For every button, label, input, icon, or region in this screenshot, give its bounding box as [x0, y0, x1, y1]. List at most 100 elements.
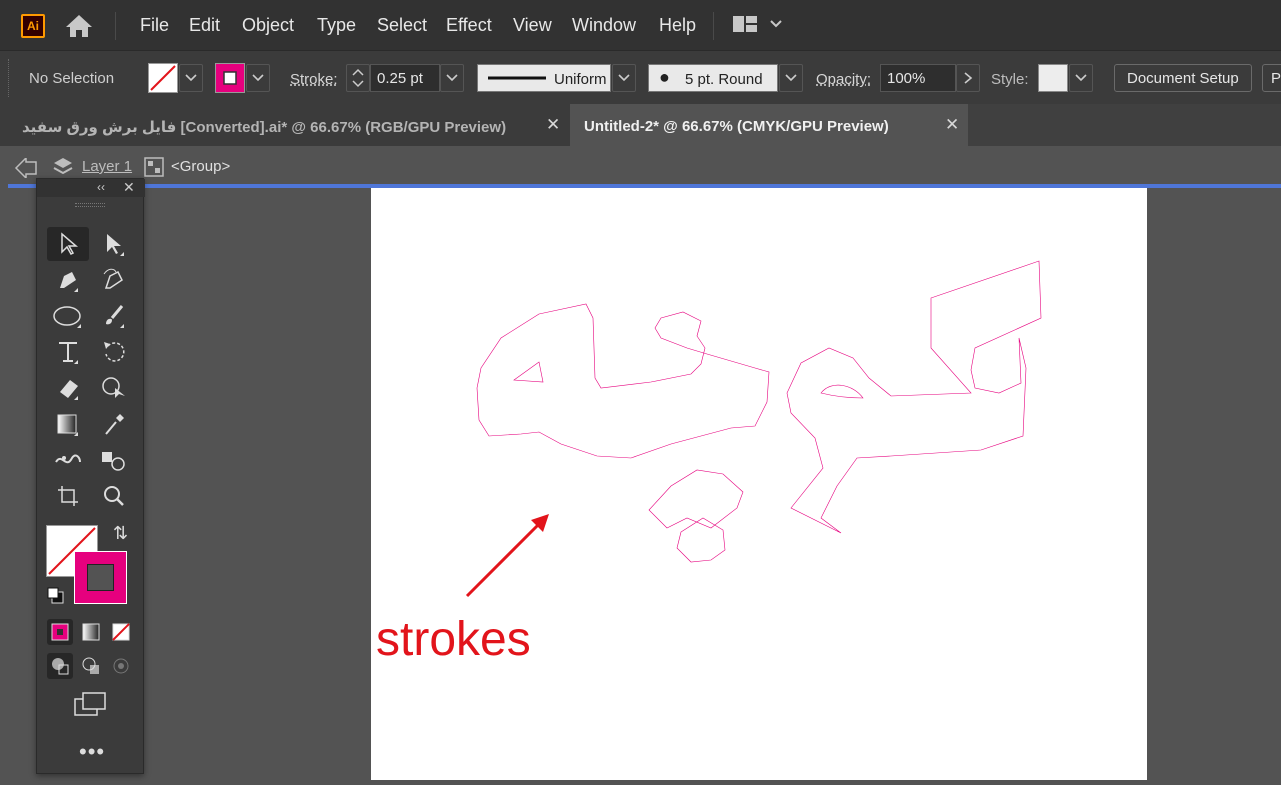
stroke-dropdown[interactable]	[246, 64, 270, 92]
close-icon[interactable]: ✕	[546, 115, 560, 135]
opacity-label[interactable]: Opacity:	[816, 71, 871, 88]
chevron-right-icon	[964, 72, 973, 84]
fill-swatch[interactable]	[148, 63, 178, 93]
zoom-tool[interactable]	[93, 479, 135, 513]
preferences-button[interactable]: P	[1262, 64, 1281, 92]
tab-converted-file[interactable]: فایل برش ورق سفید [Converted].ai* @ 66.6…	[0, 104, 570, 146]
puppet-warp-tool[interactable]	[47, 443, 89, 477]
puppet-warp-icon	[55, 454, 81, 464]
menu-file[interactable]: File	[140, 15, 169, 36]
menu-window[interactable]: Window	[572, 15, 636, 36]
panel-header[interactable]: ‹‹ ✕	[37, 179, 145, 197]
chevron-down-icon	[185, 74, 197, 82]
direct-selection-tool[interactable]	[93, 227, 135, 261]
artboard[interactable]	[371, 188, 1147, 780]
profile-label: Uniform	[554, 71, 607, 88]
eraser-icon	[60, 380, 78, 400]
fill-dropdown[interactable]	[179, 64, 203, 92]
gradient-tool[interactable]	[47, 407, 89, 441]
artwork-canvas	[465, 260, 1042, 598]
profile-dropdown[interactable]	[612, 64, 636, 92]
color-mode-button[interactable]	[47, 619, 73, 645]
stroke-weight-dropdown[interactable]	[440, 64, 464, 92]
selection-tool[interactable]	[47, 227, 89, 261]
close-icon[interactable]: ✕	[945, 115, 959, 135]
style-dropdown[interactable]	[1069, 64, 1093, 92]
menu-edit[interactable]: Edit	[189, 15, 220, 36]
ellipse-icon	[53, 306, 81, 328]
artboard-tool[interactable]	[47, 479, 89, 513]
stroke-swatch[interactable]	[215, 63, 245, 93]
eyedropper-icon	[105, 414, 124, 435]
change-screen-mode-icon[interactable]	[73, 691, 109, 719]
stroke-label[interactable]: Stroke:	[290, 71, 338, 88]
chevron-down-icon	[618, 74, 630, 82]
swap-fill-stroke-icon[interactable]: ⇅	[113, 523, 128, 544]
style-label: Style:	[991, 71, 1029, 88]
brush-definition[interactable]: ● 5 pt. Round	[648, 64, 778, 92]
none-fill-icon	[150, 65, 176, 91]
draw-inside-button[interactable]	[108, 653, 134, 679]
selection-arrow-icon	[61, 232, 79, 255]
opacity-flyout[interactable]	[956, 64, 980, 92]
pen-icon	[60, 272, 78, 292]
tab-label: فایل برش ورق سفید [Converted].ai* @ 66.6…	[22, 119, 507, 136]
tab-label: Untitled-2* @ 66.67% (CMYK/GPU Preview)	[584, 118, 889, 135]
back-arrow-icon[interactable]	[14, 158, 38, 178]
ellipse-tool[interactable]	[47, 299, 89, 333]
eraser-tool[interactable]	[47, 371, 89, 405]
panel-grip[interactable]	[75, 203, 105, 207]
divider	[115, 12, 116, 40]
default-colors-icon[interactable]	[47, 587, 65, 605]
symbol-sprayer-tool[interactable]	[93, 443, 135, 477]
none-mode-button[interactable]	[108, 619, 134, 645]
group-icon	[144, 157, 164, 177]
variable-width-profile[interactable]: Uniform	[477, 64, 611, 92]
stroke-color-box[interactable]	[74, 551, 127, 604]
tab-untitled-2[interactable]: Untitled-2* @ 66.67% (CMYK/GPU Preview)	[570, 104, 968, 146]
close-icon[interactable]: ✕	[123, 179, 135, 196]
menu-view[interactable]: View	[513, 15, 552, 36]
app-logo: Ai	[21, 14, 45, 38]
gradient-mode-button[interactable]	[78, 619, 104, 645]
workspace-switcher-icon[interactable]	[733, 14, 785, 36]
eyedropper-tool[interactable]	[93, 407, 135, 441]
color-icon	[51, 623, 69, 641]
pen-tool[interactable]	[47, 263, 89, 297]
rotate-icon	[104, 342, 125, 362]
menu-effect[interactable]: Effect	[446, 15, 492, 36]
menu-type[interactable]: Type	[317, 15, 356, 36]
rotate-tool[interactable]	[93, 335, 135, 369]
opacity-field[interactable]: 100%	[880, 64, 956, 92]
curvature-tool[interactable]	[93, 263, 135, 297]
draw-behind-icon	[82, 657, 99, 674]
panel-grip[interactable]	[8, 59, 11, 97]
home-icon[interactable]	[64, 13, 94, 39]
type-tool[interactable]	[47, 335, 89, 369]
edit-toolbar-icon[interactable]: •••	[79, 739, 105, 765]
breadcrumb-group[interactable]: <Group>	[171, 158, 230, 175]
brush-dropdown[interactable]	[779, 64, 803, 92]
menu-bar: Ai File Edit Object Type Select Effect V…	[0, 0, 1281, 50]
draw-normal-button[interactable]	[47, 653, 73, 679]
graphic-style-swatch[interactable]	[1038, 64, 1068, 92]
document-tabs: فایل برش ورق سفید [Converted].ai* @ 66.6…	[0, 104, 1281, 146]
direct-selection-icon	[107, 234, 124, 256]
shape-builder-tool[interactable]	[93, 371, 135, 405]
curvature-icon	[103, 268, 123, 289]
annotation-arrow	[465, 514, 549, 598]
stroke-square-icon	[223, 71, 237, 85]
menu-help[interactable]: Help	[659, 15, 696, 36]
draw-behind-button[interactable]	[78, 653, 104, 679]
menu-object[interactable]: Object	[242, 15, 294, 36]
paintbrush-tool[interactable]	[93, 299, 135, 333]
artboard-icon	[58, 486, 78, 506]
breadcrumb-layer[interactable]: Layer 1	[82, 158, 132, 175]
document-setup-button[interactable]: Document Setup	[1114, 64, 1252, 92]
stroke-weight-field[interactable]: 0.25 pt	[370, 64, 440, 92]
tools-panel: ‹‹ ✕ ⇅ •••	[36, 178, 145, 774]
chevron-down-icon	[446, 74, 458, 82]
menu-select[interactable]: Select	[377, 15, 427, 36]
collapse-icon[interactable]: ‹‹	[97, 180, 105, 194]
stroke-weight-stepper[interactable]	[346, 64, 370, 92]
